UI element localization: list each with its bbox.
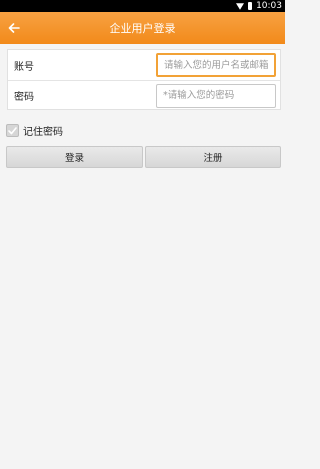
login-form: 账号 密码 [7,49,281,110]
password-input[interactable] [156,83,276,108]
password-label: 密码 [14,92,34,103]
status-time: 10:03 [256,1,282,11]
arrow-left-icon [8,23,20,33]
register-button[interactable]: 注册 [145,146,281,168]
account-input[interactable] [156,53,276,77]
battery-icon [248,2,253,10]
remember-checkbox[interactable] [6,124,19,137]
remember-password-toggle[interactable]: 记住密码 [6,123,63,138]
wifi-icon [236,2,245,10]
remember-label: 记住密码 [23,127,63,138]
password-row: 密码 [8,80,280,110]
status-bar: 10:03 [0,0,285,12]
account-row: 账号 [8,50,280,80]
page-title: 企业用户登录 [109,22,176,35]
back-button[interactable] [0,12,28,44]
checkmark-icon [8,126,17,134]
account-label: 账号 [14,61,34,73]
login-button[interactable]: 登录 [6,146,143,168]
app-bar: 企业用户登录 [0,12,285,44]
